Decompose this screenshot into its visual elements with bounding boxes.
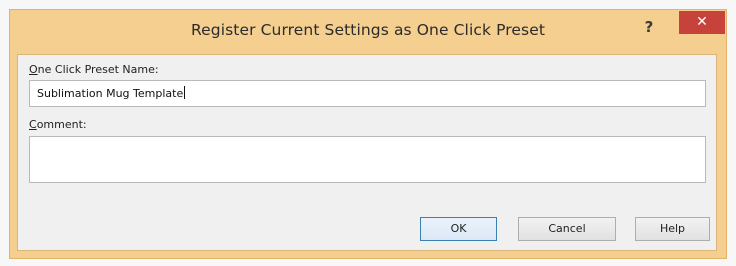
preset-name-label: One Click Preset Name: bbox=[29, 63, 159, 76]
dialog-window: Register Current Settings as One Click P… bbox=[9, 9, 727, 259]
preset-name-label-text: ne Click Preset Name: bbox=[37, 63, 159, 76]
preset-name-value: Sublimation Mug Template bbox=[37, 87, 184, 100]
preset-name-label-mnemonic: O bbox=[29, 63, 38, 76]
ok-button[interactable]: OK bbox=[420, 217, 497, 241]
comment-label: Comment: bbox=[29, 118, 87, 131]
title-bar[interactable]: Register Current Settings as One Click P… bbox=[10, 10, 726, 55]
dialog-body: One Click Preset Name: Sublimation Mug T… bbox=[17, 54, 717, 251]
comment-label-text: omment: bbox=[36, 118, 87, 131]
help-button[interactable]: Help bbox=[635, 217, 710, 241]
dialog-title: Register Current Settings as One Click P… bbox=[190, 21, 546, 39]
preset-name-input[interactable]: Sublimation Mug Template bbox=[29, 80, 706, 107]
comment-label-mnemonic: C bbox=[29, 118, 37, 131]
text-caret bbox=[184, 86, 186, 99]
cancel-button[interactable]: Cancel bbox=[518, 217, 616, 241]
close-icon[interactable]: ✕ bbox=[679, 11, 725, 34]
help-icon[interactable]: ? bbox=[636, 16, 662, 38]
comment-input[interactable] bbox=[29, 136, 706, 183]
